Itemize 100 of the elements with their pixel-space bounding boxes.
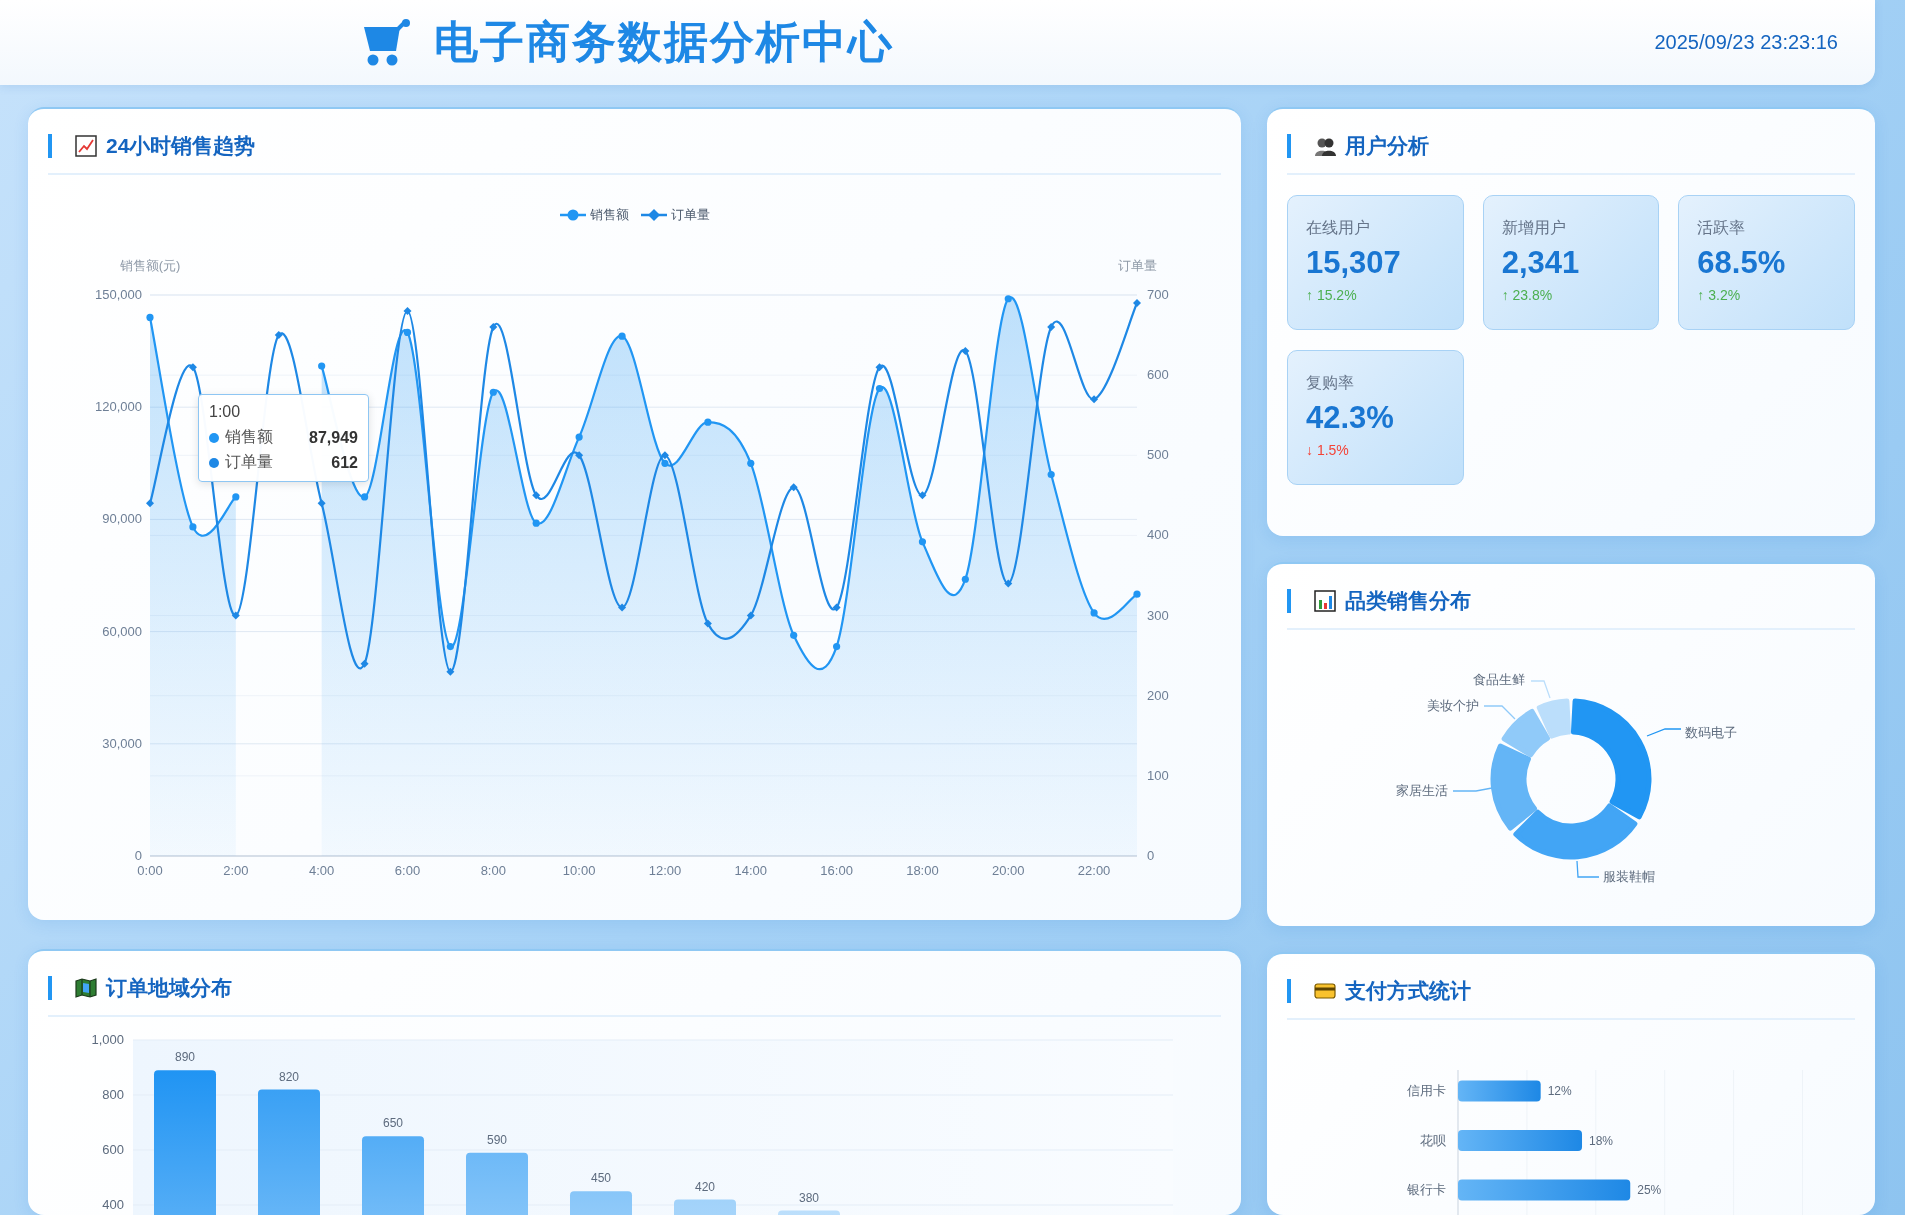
- bar: [778, 1210, 840, 1215]
- data-point: [532, 519, 540, 527]
- data-point: [789, 483, 798, 492]
- data-point: [446, 642, 454, 651]
- data-point: [1004, 295, 1012, 303]
- legend-item[interactable]: 销售额: [559, 206, 629, 224]
- data-point: [1047, 470, 1055, 479]
- tick-label: 22:00: [1077, 863, 1111, 878]
- data-point: [961, 575, 969, 583]
- data-point: [188, 363, 197, 372]
- line-diamond-icon: [640, 208, 667, 222]
- leader-line: [1483, 705, 1516, 720]
- data-point: [1090, 395, 1099, 404]
- data-point: [790, 631, 798, 639]
- data-point: [1090, 609, 1098, 617]
- data-label: 420: [695, 1179, 715, 1194]
- shopping-cart-icon: [362, 18, 412, 67]
- series-name: 销售额: [225, 427, 273, 447]
- tick-label: 20:00: [992, 863, 1025, 878]
- leader-line: [1576, 860, 1600, 878]
- leader-line: [1452, 787, 1493, 792]
- page-title: 电子商务数据分析中心: [434, 16, 894, 68]
- slice-label: 美妆个护: [1427, 698, 1479, 713]
- data-point: [489, 323, 498, 332]
- tick-label: 1,000: [91, 1032, 124, 1047]
- leader-line: [1530, 680, 1551, 699]
- tick-label: 16:00: [820, 863, 853, 878]
- stat-value: 68.5%: [1697, 245, 1787, 281]
- data-point: [833, 642, 841, 651]
- data-point: [231, 611, 240, 620]
- axis-title: 销售额(元): [119, 258, 181, 273]
- tick-label: 4:00: [309, 863, 335, 878]
- stat-value: 42.3%: [1306, 400, 1395, 436]
- data-point: [360, 659, 369, 668]
- tick-label: 0: [1147, 848, 1155, 863]
- tick-label: 90,000: [102, 511, 142, 527]
- data-label: 380: [799, 1190, 819, 1205]
- tick-label: 500: [1147, 447, 1169, 463]
- credit-card-icon: [1313, 980, 1337, 1002]
- bar-chart-icon: [1313, 590, 1337, 612]
- line-chart-icon: [74, 135, 98, 157]
- series-name: 订单量: [225, 452, 273, 472]
- title-accent: [1287, 589, 1291, 613]
- series-value: 87,949: [309, 428, 358, 447]
- data-point: [746, 611, 755, 620]
- data-point: [1047, 323, 1056, 332]
- tick-label: 30,000: [102, 735, 142, 751]
- series-value: 612: [331, 453, 358, 472]
- tick-label: 800: [102, 1087, 124, 1102]
- slice-label: 家居生活: [1396, 783, 1448, 798]
- tick-label: 150,000: [95, 287, 142, 302]
- stat-label: 在线用户: [1306, 218, 1371, 238]
- data-label: 590: [487, 1132, 507, 1147]
- data-point: [918, 491, 927, 500]
- map-icon: [74, 977, 98, 999]
- tick-label: 200: [1147, 687, 1169, 703]
- data-point: [403, 328, 412, 336]
- data-point: [832, 603, 841, 612]
- axis-title: 订单量: [1117, 258, 1157, 273]
- data-point: [1133, 299, 1141, 307]
- value-label: 25%: [1637, 1183, 1662, 1197]
- tick-label: 300: [1147, 607, 1169, 623]
- data-point: [618, 332, 626, 340]
- tick-label: 0: [134, 848, 142, 863]
- data-point: [317, 499, 326, 508]
- slice-label: 食品生鲜: [1473, 672, 1525, 687]
- title-accent: [1287, 134, 1291, 158]
- data-point: [875, 384, 884, 393]
- stat-label: 新增用户: [1501, 218, 1567, 238]
- tick-label: 6:00: [394, 863, 421, 878]
- leader-line: [1646, 728, 1682, 737]
- date-time: 2025/09/23 23:23:16: [1654, 31, 1838, 54]
- tick-label: 400: [1147, 527, 1169, 543]
- panel-title: 品类销售分布: [1345, 588, 1471, 614]
- slice-label: 服装鞋帽: [1603, 869, 1655, 884]
- data-point: [532, 491, 541, 500]
- slice-label: 数码电子: [1685, 725, 1737, 740]
- tick-label: 10:00: [562, 863, 596, 878]
- value-label: 12%: [1547, 1084, 1572, 1098]
- data-point: [489, 388, 497, 396]
- title-accent: [1287, 979, 1291, 1003]
- legend-item[interactable]: 订单量: [640, 206, 710, 224]
- data-point: [403, 307, 412, 316]
- stat-change: ↓ 1.5%: [1306, 442, 1350, 458]
- category-label: 银行卡: [1407, 1182, 1446, 1197]
- tick-label: 100: [1147, 767, 1169, 783]
- bar: [570, 1191, 632, 1215]
- title-accent: [48, 134, 52, 158]
- data-label: 650: [383, 1116, 403, 1131]
- panel-title: 订单地域分布: [106, 975, 232, 1001]
- category-label: 信用卡: [1407, 1083, 1446, 1098]
- data-point: [146, 499, 154, 508]
- stat-value: 2,341: [1501, 245, 1581, 281]
- data-label: 820: [279, 1069, 299, 1084]
- panel-title: 24小时销售趋势: [106, 133, 256, 159]
- tick-label: 8:00: [480, 863, 506, 878]
- data-point: [575, 433, 583, 441]
- data-point: [704, 418, 712, 426]
- data-point: [1004, 579, 1013, 588]
- tick-label: 12:00: [648, 863, 682, 878]
